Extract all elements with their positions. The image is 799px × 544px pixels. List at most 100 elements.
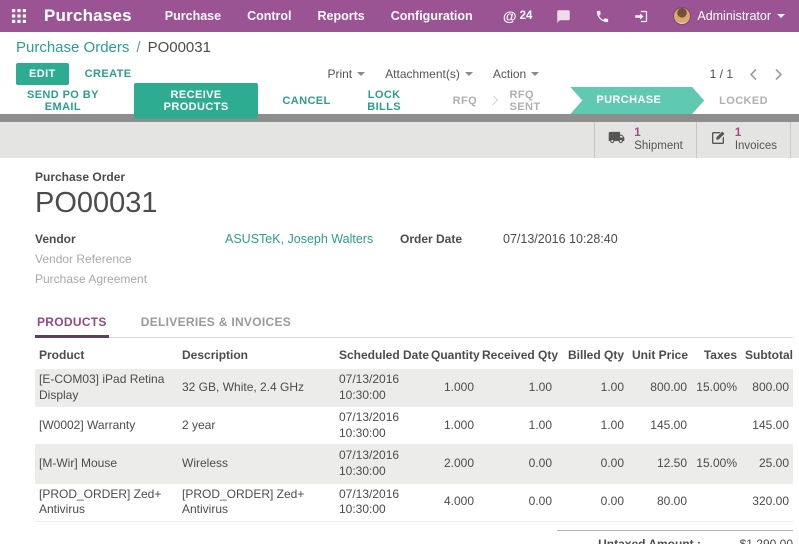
column-header-taxes: Taxes	[691, 340, 741, 369]
taxes-cell: 15.00%	[691, 445, 741, 483]
quantity-cell: 4.000	[427, 483, 478, 521]
tab-deliveries-invoices[interactable]: DELIVERIES & INVOICES	[139, 308, 293, 337]
shipment-stat-button[interactable]: 1Shipment	[594, 122, 696, 158]
description-cell: 2 year	[178, 407, 335, 445]
state-rfq[interactable]: RFQ	[438, 95, 492, 107]
topbar-systray: @ 24 Administrator	[503, 7, 785, 25]
column-header-scheduled-date: Scheduled Date	[335, 340, 427, 369]
product-cell: [PROD_ORDER] Zed+ Antivirus	[35, 483, 178, 521]
billed-qty-cell: 0.00	[556, 445, 628, 483]
breadcrumb-separator: /	[136, 39, 140, 56]
print-dropdown-label: Print	[327, 67, 352, 81]
order-lines-table: ProductDescriptionScheduled DateQuantity…	[35, 340, 793, 522]
stat-label: Invoices	[735, 140, 777, 153]
column-header-subtotal: Subtotal	[741, 340, 793, 369]
description-cell: [PROD_ORDER] Zed+ Antivirus	[178, 483, 335, 521]
column-header-billed-qty: Billed Qty	[556, 340, 628, 369]
action-dropdown-label: Action	[493, 67, 526, 81]
column-header-product: Product	[35, 340, 178, 369]
breadcrumb: Purchase Orders / PO00031	[0, 34, 799, 61]
state-purchase-order[interactable]: PURCHASE ORDER	[570, 87, 704, 114]
top-navbar: Purchases PurchaseControlReportsConfigur…	[0, 0, 799, 32]
control-panel-dropdowns: Print Attachment(s) Action	[327, 67, 539, 81]
stat-button-band: 1Shipment1Invoices	[0, 122, 799, 158]
user-name: Administrator	[697, 9, 771, 23]
quantity-cell: 2.000	[427, 445, 478, 483]
subtotal-cell: 145.00	[741, 407, 793, 445]
table-row[interactable]: [W0002] Warranty2 year07/13/2016 10:30:0…	[35, 407, 793, 445]
untaxed-amount-value: $1,290.00	[701, 537, 793, 544]
column-header-unit-price: Unit Price	[628, 340, 691, 369]
breadcrumb-current: PO00031	[148, 39, 211, 56]
state-rfq-sent[interactable]: RFQ SENT	[495, 89, 571, 113]
receive-products-button[interactable]: RECEIVE PRODUCTS	[134, 83, 259, 119]
activity-count-badge: 24	[520, 10, 533, 22]
unit-price-cell: 800.00	[628, 369, 691, 407]
order-date-value: 07/13/2016 10:28:40	[503, 232, 618, 246]
odoo-window: Purchases PurchaseControlReportsConfigur…	[0, 0, 799, 544]
received-qty-cell: 1.00	[478, 407, 556, 445]
stat-label: Shipment	[634, 140, 683, 153]
description-cell: Wireless	[178, 445, 335, 483]
quantity-cell: 1.000	[427, 369, 478, 407]
pager-next-icon[interactable]	[774, 68, 783, 81]
table-header-row: ProductDescriptionScheduled DateQuantity…	[35, 340, 793, 369]
column-header-received-qty: Received Qty	[478, 340, 556, 369]
scheduled-date-cell: 07/13/2016 10:30:00	[335, 483, 427, 521]
field-group: Vendor ASUSTeK, Joseph Walters Vendor Re…	[35, 232, 793, 292]
table-row[interactable]: [E-COM03] iPad Retina Display32 GB, Whit…	[35, 369, 793, 407]
taxes-cell: 15.00%	[691, 369, 741, 407]
chevron-down-icon	[465, 72, 473, 76]
sign-in-icon[interactable]	[634, 9, 649, 24]
received-qty-cell: 0.00	[478, 483, 556, 521]
order-date-label: Order Date	[400, 232, 503, 246]
product-cell: [W0002] Warranty	[35, 407, 178, 445]
received-qty-cell: 1.00	[478, 369, 556, 407]
activities-button[interactable]: @ 24	[503, 8, 532, 24]
invoices-stat-button[interactable]: 1Invoices	[696, 122, 791, 158]
menu-item-reports[interactable]: Reports	[305, 0, 378, 32]
record-pager: 1 / 1	[710, 67, 783, 81]
cancel-button[interactable]: CANCEL	[282, 95, 330, 107]
scheduled-date-cell: 07/13/2016 10:30:00	[335, 445, 427, 483]
table-row[interactable]: [M-Wir] MouseWireless07/13/2016 10:30:00…	[35, 445, 793, 483]
status-pipeline: RFQRFQ SENTPURCHASE ORDERLOCKED	[438, 87, 783, 114]
lock-bills-button[interactable]: LOCK BILLS	[355, 89, 414, 113]
notebook-tabs: PRODUCTS DELIVERIES & INVOICES	[35, 308, 793, 338]
taxes-cell	[691, 407, 741, 445]
table-row[interactable]: [PROD_ORDER] Zed+ Antivirus[PROD_ORDER] …	[35, 483, 793, 521]
statusbar: SEND PO BY EMAILRECEIVE PRODUCTSCANCELLO…	[0, 87, 799, 114]
app-title[interactable]: Purchases	[44, 6, 132, 26]
attachments-dropdown[interactable]: Attachment(s)	[385, 67, 473, 81]
menu-item-purchase[interactable]: Purchase	[152, 0, 234, 32]
menu-item-configuration[interactable]: Configuration	[378, 0, 486, 32]
pager-previous-icon[interactable]	[749, 68, 758, 81]
messages-icon[interactable]	[556, 9, 571, 24]
billed-qty-cell: 1.00	[556, 369, 628, 407]
breadcrumb-parent-link[interactable]: Purchase Orders	[16, 39, 129, 56]
unit-price-cell: 80.00	[628, 483, 691, 521]
chevron-down-icon	[531, 72, 539, 76]
action-dropdown[interactable]: Action	[493, 67, 539, 81]
create-button[interactable]: CREATE	[85, 68, 132, 80]
phone-icon[interactable]	[595, 9, 610, 24]
scheduled-date-cell: 07/13/2016 10:30:00	[335, 369, 427, 407]
tab-products[interactable]: PRODUCTS	[35, 308, 109, 338]
apps-grid-icon[interactable]	[0, 0, 38, 32]
menu-item-control[interactable]: Control	[234, 0, 304, 32]
vendor-label: Vendor	[35, 232, 225, 246]
chevron-down-icon	[357, 72, 365, 76]
vendor-value-link[interactable]: ASUSTeK, Joseph Walters	[225, 232, 373, 246]
billed-qty-cell: 1.00	[556, 407, 628, 445]
user-menu[interactable]: Administrator	[673, 7, 785, 25]
edit-invoice-icon	[710, 130, 726, 151]
document-name: PO00031	[35, 187, 793, 220]
column-header-description: Description	[178, 340, 335, 369]
send-po-by-email-button[interactable]: SEND PO BY EMAIL	[16, 89, 110, 113]
print-dropdown[interactable]: Print	[327, 67, 365, 81]
state-locked[interactable]: LOCKED	[704, 95, 783, 107]
unit-price-cell: 12.50	[628, 445, 691, 483]
column-header-quantity: Quantity	[427, 340, 478, 369]
statusbar-buttons: SEND PO BY EMAIL RECEIVE PRODUCTS CANCEL LO…	[16, 83, 438, 119]
document-type-label: Purchase Order	[35, 170, 793, 184]
